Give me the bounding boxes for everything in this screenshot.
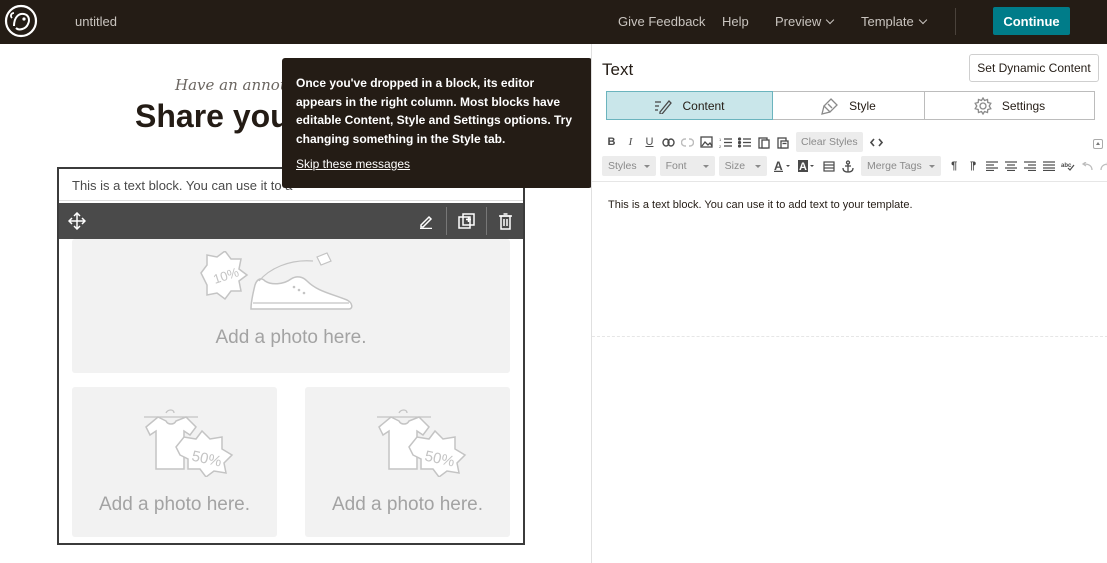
background-color-icon[interactable]: A xyxy=(795,156,819,176)
insert-image-icon[interactable] xyxy=(697,132,716,152)
editor-tabs: Content Style Settings xyxy=(606,91,1095,120)
size-dropdown[interactable]: Size xyxy=(718,156,768,176)
editor-title: Text xyxy=(602,60,634,79)
merge-tags-label: Merge Tags xyxy=(867,160,922,172)
tab-settings[interactable]: Settings xyxy=(925,91,1095,120)
italic-button[interactable]: I xyxy=(621,132,640,152)
move-icon[interactable] xyxy=(65,203,89,239)
editor-area-bottom xyxy=(592,336,1107,337)
onboarding-tooltip: Once you've dropped in a block, its edit… xyxy=(282,58,600,188)
preheader-text[interactable]: Have an annou xyxy=(175,76,289,94)
photo-placeholder-left[interactable]: 50% Add a photo here. xyxy=(72,387,277,537)
tab-style[interactable]: Style xyxy=(773,91,925,120)
block-toolbar xyxy=(59,203,523,239)
svg-text:abc: abc xyxy=(1061,163,1072,169)
photo-placeholder-label: Add a photo here. xyxy=(331,494,484,515)
mailchimp-logo-icon[interactable] xyxy=(4,4,38,38)
svg-text:1: 1 xyxy=(719,137,722,142)
bold-button[interactable]: B xyxy=(602,132,621,152)
block-editor-panel: Text Set Dynamic Content Content Style S… xyxy=(591,44,1107,563)
duplicate-icon[interactable] xyxy=(454,203,478,239)
template-menu[interactable]: Template xyxy=(861,14,927,29)
align-justify-icon[interactable] xyxy=(1040,156,1059,176)
photo-placeholder-label: Add a photo here. xyxy=(215,327,367,348)
nav-divider xyxy=(955,8,956,35)
toolbar-divider xyxy=(446,207,447,235)
caret-down-icon xyxy=(643,164,650,168)
paragraph-rtl-icon[interactable]: ¶ xyxy=(964,156,983,176)
trash-icon[interactable] xyxy=(493,203,517,239)
editor-divider xyxy=(592,181,1107,182)
tooltip-message: Once you've dropped in a block, its edit… xyxy=(296,76,573,146)
chevron-down-icon xyxy=(826,15,835,25)
align-left-icon[interactable] xyxy=(983,156,1002,176)
paste-text-icon[interactable] xyxy=(754,132,773,152)
caret-down-icon xyxy=(702,164,709,168)
skip-messages-link[interactable]: Skip these messages xyxy=(296,157,410,171)
font-dropdown[interactable]: Font xyxy=(659,156,715,176)
format-toolbar-row-2: Styles Font Size A A Merge Tags ¶ ¶ abc xyxy=(602,156,1107,176)
align-right-icon[interactable] xyxy=(1021,156,1040,176)
merge-tags-dropdown[interactable]: Merge Tags xyxy=(861,156,941,176)
text-color-icon[interactable]: A xyxy=(771,156,795,176)
chevron-down-icon xyxy=(918,15,927,25)
numbered-list-icon[interactable]: 12 xyxy=(716,132,735,152)
rich-text-editor[interactable]: This is a text block. You can use it to … xyxy=(608,199,913,211)
preview-label: Preview xyxy=(775,14,822,29)
style-brush-icon xyxy=(821,97,839,115)
collapse-toolbar-icon[interactable] xyxy=(1093,139,1103,149)
headline-text[interactable]: Share you xyxy=(135,98,290,135)
unlink-icon[interactable] xyxy=(678,132,697,152)
tab-content[interactable]: Content xyxy=(606,91,773,120)
clear-styles-button[interactable]: Clear Styles xyxy=(796,132,863,152)
tab-style-label: Style xyxy=(849,98,876,113)
font-label: Font xyxy=(665,160,687,172)
svg-text:2: 2 xyxy=(719,144,722,148)
anchor-icon[interactable] xyxy=(838,156,857,176)
top-bar: untitled Give Feedback Help Preview Temp… xyxy=(0,0,1107,44)
paste-word-icon[interactable] xyxy=(773,132,792,152)
redo-icon[interactable] xyxy=(1097,156,1107,176)
tab-content-label: Content xyxy=(682,98,725,113)
size-label: Size xyxy=(724,160,746,172)
tshirt-sale-icon: 50% xyxy=(144,409,234,477)
caret-down-icon xyxy=(755,164,762,168)
styles-dropdown[interactable]: Styles xyxy=(602,156,656,176)
photo-placeholder-large[interactable]: 10% Add a photo here. xyxy=(72,239,510,373)
template-label: Template xyxy=(861,14,914,29)
caret-down-icon xyxy=(928,164,935,168)
bulleted-list-icon[interactable] xyxy=(735,132,754,152)
paragraph-ltr-icon[interactable]: ¶ xyxy=(945,156,964,176)
document-title[interactable]: untitled xyxy=(75,14,117,29)
toolbar-divider xyxy=(486,207,487,235)
table-icon[interactable] xyxy=(819,156,838,176)
shoe-sale-icon: 10% xyxy=(200,251,353,310)
content-edit-icon xyxy=(654,98,673,114)
source-code-icon[interactable] xyxy=(867,132,886,152)
underline-button[interactable]: U xyxy=(640,132,659,152)
set-dynamic-content-button[interactable]: Set Dynamic Content xyxy=(969,54,1099,82)
gear-icon xyxy=(974,96,992,115)
svg-text:A: A xyxy=(799,161,807,172)
photo-placeholder-label: Add a photo here. xyxy=(98,494,251,515)
preview-menu[interactable]: Preview xyxy=(775,14,835,29)
continue-button[interactable]: Continue xyxy=(993,7,1070,35)
undo-icon[interactable] xyxy=(1078,156,1097,176)
format-toolbar-row-1: B I U 12 Clear Styles xyxy=(602,132,886,152)
link-icon[interactable] xyxy=(659,132,678,152)
edit-pencil-icon[interactable] xyxy=(414,203,438,239)
spellcheck-icon[interactable]: abc xyxy=(1059,156,1078,176)
tshirt-sale-icon: 50% xyxy=(377,409,467,477)
align-center-icon[interactable] xyxy=(1002,156,1021,176)
selected-block[interactable]: This is a text block. You can use it to … xyxy=(57,167,525,545)
tab-settings-label: Settings xyxy=(1001,98,1046,113)
help-link[interactable]: Help xyxy=(722,14,749,29)
give-feedback-link[interactable]: Give Feedback xyxy=(618,14,705,29)
styles-label: Styles xyxy=(608,160,637,172)
photo-placeholder-right[interactable]: 50% Add a photo here. xyxy=(305,387,510,537)
svg-text:A: A xyxy=(774,160,783,172)
